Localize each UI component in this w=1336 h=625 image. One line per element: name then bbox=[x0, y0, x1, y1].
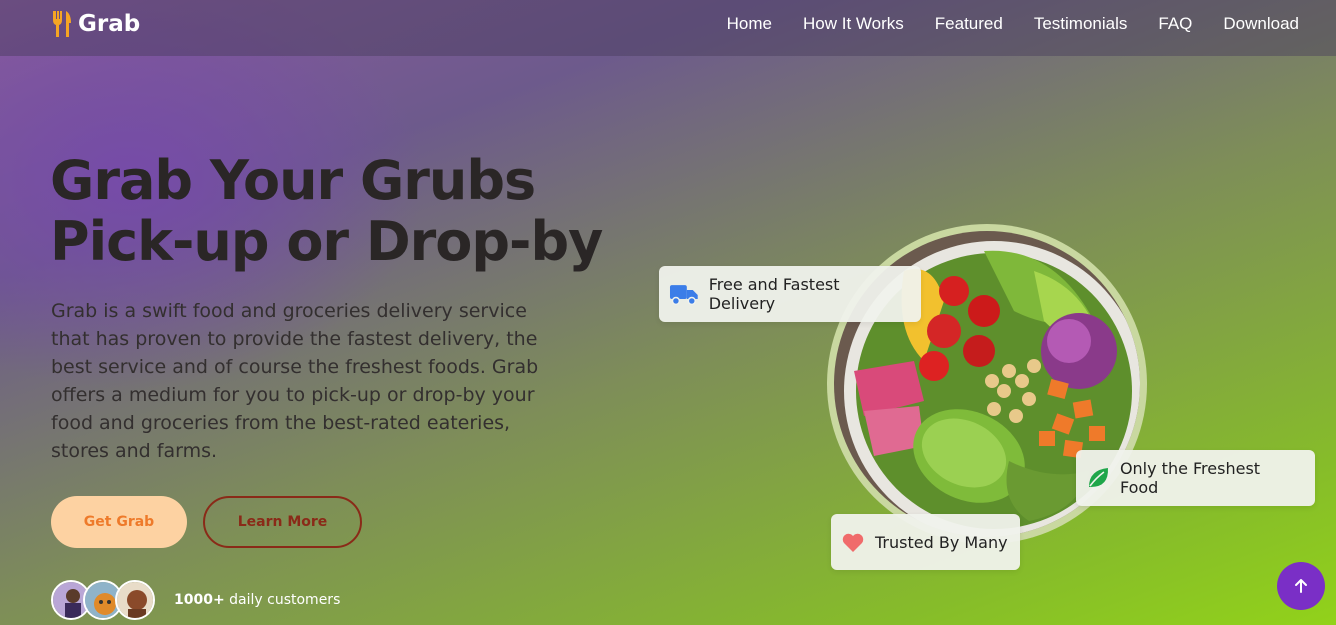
fresh-food-badge-label: Only the Freshest Food bbox=[1119, 459, 1261, 497]
navbar: Grab Home How It Works Featured Testimon… bbox=[0, 0, 1336, 56]
delivery-badge-label: Free and Fastest Delivery bbox=[708, 275, 840, 313]
delivery-badge: Free and Fastest Delivery bbox=[659, 266, 921, 322]
nav-faq[interactable]: FAQ bbox=[1158, 14, 1192, 34]
customer-stats: 1000+ daily customers bbox=[51, 580, 340, 620]
nav-testimonials[interactable]: Testimonials bbox=[1034, 14, 1128, 34]
trusted-badge-label: Trusted By Many bbox=[875, 532, 1008, 552]
fork-knife-icon bbox=[53, 11, 71, 37]
nav-featured[interactable]: Featured bbox=[935, 14, 1003, 34]
get-grab-button[interactable]: Get Grab bbox=[51, 496, 187, 548]
avatar bbox=[115, 580, 155, 620]
nav-home[interactable]: Home bbox=[727, 14, 772, 34]
brand-name: Grab bbox=[78, 11, 141, 37]
leaf-icon bbox=[1088, 468, 1108, 487]
hero-title: Grab Your Grubs Pick-up or Drop-by bbox=[50, 149, 603, 273]
customer-label: daily customers bbox=[229, 592, 341, 608]
scroll-to-top-button[interactable] bbox=[1277, 562, 1325, 610]
hero-title-line-2: Pick-up or Drop-by bbox=[50, 210, 603, 273]
hero-title-line-1: Grab Your Grubs bbox=[50, 149, 536, 212]
customer-count-text: 1000+ daily customers bbox=[174, 592, 340, 608]
hero-description: Grab is a swift food and groceries deliv… bbox=[51, 300, 539, 462]
learn-more-button[interactable]: Learn More bbox=[203, 496, 362, 548]
main-nav: Home How It Works Featured Testimonials … bbox=[727, 14, 1299, 34]
fresh-food-badge: Only the Freshest Food bbox=[1076, 450, 1315, 506]
nav-how-it-works[interactable]: How It Works bbox=[803, 14, 904, 34]
customer-count: 1000+ bbox=[174, 592, 225, 608]
heart-icon bbox=[842, 533, 864, 552]
brand-logo[interactable]: Grab bbox=[50, 10, 140, 38]
nav-download[interactable]: Download bbox=[1223, 14, 1299, 34]
truck-icon bbox=[669, 285, 698, 306]
trusted-badge: Trusted By Many bbox=[831, 514, 1020, 570]
arrow-up-icon bbox=[1295, 579, 1307, 593]
